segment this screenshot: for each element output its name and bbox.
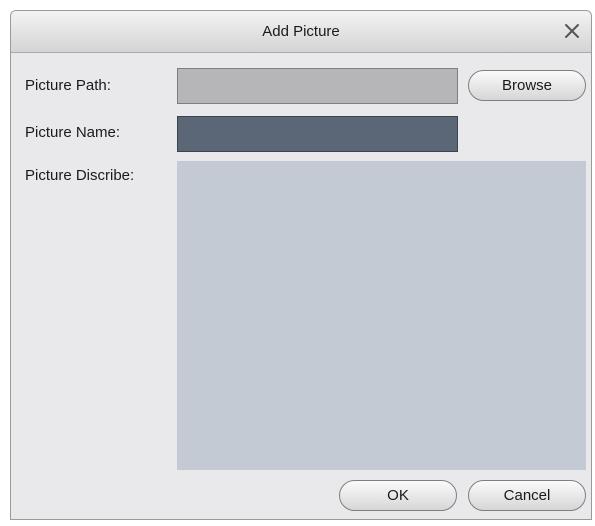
picture-name-label: Picture Name: xyxy=(25,124,121,141)
add-picture-dialog: Add Picture Picture Path: Browse Picture… xyxy=(10,10,592,520)
picture-describe-label: Picture Discribe: xyxy=(25,167,135,184)
dialog-titlebar[interactable]: Add Picture xyxy=(11,11,591,53)
close-icon-glyph xyxy=(565,24,579,38)
cancel-button[interactable]: Cancel xyxy=(468,480,586,511)
picture-describe-textarea[interactable] xyxy=(177,161,586,470)
ok-button[interactable]: OK xyxy=(339,480,457,511)
picture-name-input[interactable] xyxy=(177,116,458,152)
browse-button[interactable]: Browse xyxy=(468,70,586,101)
picture-path-input[interactable] xyxy=(177,68,458,104)
dialog-title: Add Picture xyxy=(262,23,340,40)
close-icon[interactable] xyxy=(559,18,585,44)
picture-path-label: Picture Path: xyxy=(25,77,111,94)
